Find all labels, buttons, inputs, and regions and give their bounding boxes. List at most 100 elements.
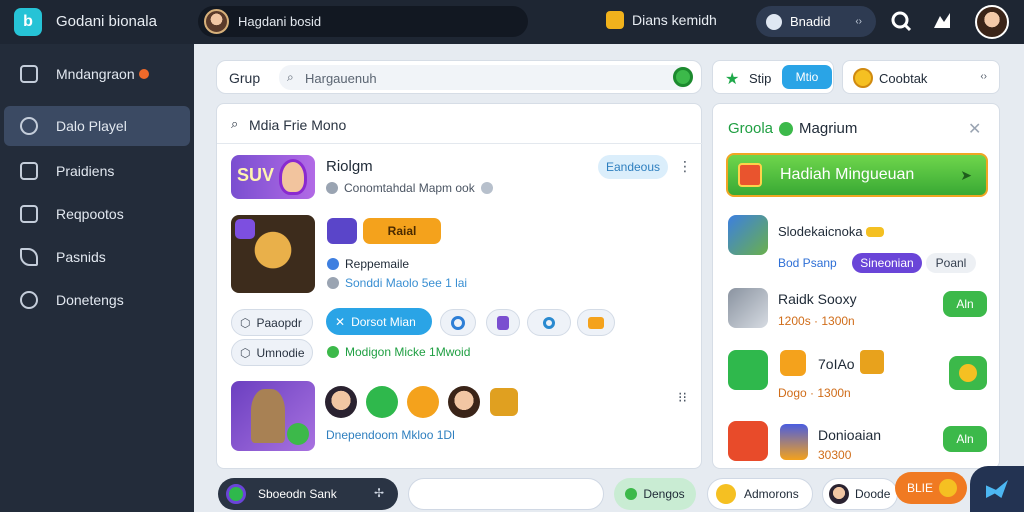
top-search-text: Hagdani bosid: [238, 14, 322, 29]
leaf-icon[interactable]: [366, 386, 398, 418]
app-logo-icon[interactable]: b: [14, 8, 42, 36]
sidebar-item-reqpootos[interactable]: Reqpootos: [4, 194, 190, 234]
chest-icon: [860, 350, 884, 374]
profile-avatar[interactable]: [975, 5, 1009, 39]
top-search-field[interactable]: Hagdani bosid: [198, 6, 528, 37]
reward-item-title: Raidk Sooxy: [778, 291, 857, 307]
chip-label: Dorsot Mian: [351, 314, 416, 329]
more-icon[interactable]: ⋮: [678, 158, 692, 175]
grid-icon: [20, 65, 38, 83]
avatar[interactable]: [325, 386, 357, 418]
potion-button[interactable]: [486, 309, 520, 336]
game-thumbnail-warrior[interactable]: [231, 215, 315, 293]
game-icon[interactable]: [728, 421, 768, 461]
status-pill[interactable]: Eandeous: [598, 155, 668, 179]
settings-button[interactable]: [527, 309, 571, 336]
game-title[interactable]: Riolgm: [326, 158, 373, 175]
chat-button[interactable]: [440, 309, 476, 336]
shield-icon: [235, 219, 255, 239]
game-thumbnail[interactable]: SUV: [231, 155, 315, 199]
sidebar-item-donetengs[interactable]: Donetengs: [4, 280, 190, 320]
group-label: Grup: [229, 70, 261, 86]
notification-icon[interactable]: [931, 10, 953, 32]
tag-icon: ⬡: [240, 345, 251, 360]
chest-icon[interactable]: [490, 388, 518, 416]
sidebar-item-dalo-playel[interactable]: Dalo Playel: [4, 106, 190, 146]
sidebar-item-label: Pasnids: [56, 249, 106, 265]
user-menu-button[interactable]: Bnadid ‹›: [756, 6, 876, 37]
reward-tag[interactable]: Bod Psanp: [778, 253, 848, 273]
coin-icon: [866, 227, 884, 237]
weekly-reward-banner[interactable]: Hadiah Mingueuan ➤: [726, 153, 988, 197]
sidebar-item-label: Mndangraon: [56, 66, 135, 82]
pin-icon: ✢: [373, 486, 384, 500]
reward-item-title: 7oIAo: [818, 356, 855, 372]
sidebar-item-label: Praidiens: [56, 163, 115, 179]
chip-umnodie[interactable]: ⬡ Umnodie: [231, 339, 313, 366]
chip-paaopdr[interactable]: ⬡ Paaopdr: [231, 309, 313, 336]
info-icon: [480, 182, 493, 194]
sidebar-item-label: Reqpootos: [56, 206, 124, 222]
search-bank-button[interactable]: Sboeodn Sank ✢: [218, 478, 398, 510]
avatar[interactable]: [448, 386, 480, 418]
coin-icon[interactable]: [407, 386, 439, 418]
sidebar-item-praidiens[interactable]: Praidiens: [4, 151, 190, 191]
chip-dorsot-mian[interactable]: ✕ Dorsot Mian: [326, 308, 432, 335]
coins-dropdown[interactable]: Coobtak ‹›: [842, 60, 1000, 94]
confirm-icon[interactable]: [673, 67, 693, 87]
rewards-title-suffix: Magrium: [799, 120, 858, 137]
character-icon: [279, 159, 307, 195]
claim-sun-button[interactable]: [949, 356, 987, 390]
info-icon: [327, 258, 339, 270]
reward-tag[interactable]: Sineonian: [852, 253, 922, 273]
sidebar-item-mndangraon[interactable]: Mndangraon: [4, 54, 190, 94]
coins-label: Coobtak: [879, 71, 928, 86]
row2-line1: Reppemaile: [327, 257, 409, 271]
step-label: Stip: [749, 71, 772, 86]
top-link-label: Dians kemidh: [632, 12, 717, 28]
bottom-chip-label: Admorons: [744, 487, 799, 501]
reward-tag[interactable]: Poanl: [926, 253, 976, 273]
reward-item-sub: 1200s · 1300n: [778, 314, 855, 328]
arrow-icon: ➤: [960, 166, 972, 183]
chip-label: Paaopdr: [256, 315, 302, 330]
message-input[interactable]: [408, 478, 604, 510]
row2-line1-text: Reppemaile: [345, 257, 410, 271]
top-bar: b Godani bionala Hagdani bosid Dians kem…: [0, 0, 1024, 44]
game-icon[interactable]: [728, 215, 768, 255]
bank-icon: [226, 484, 246, 504]
thumbnail-text: SUV: [237, 165, 275, 185]
game-thumbnail-knight[interactable]: [231, 381, 315, 451]
sidebar-item-pasnids[interactable]: Pasnids: [4, 237, 190, 277]
doode-button[interactable]: Doode: [822, 478, 898, 510]
game-subtitle-text: Conomtahdal Mapm ook: [344, 181, 475, 195]
app-title: Godani bionala: [56, 13, 157, 30]
dengos-button[interactable]: Dengos: [614, 478, 696, 510]
search-icon: ⌕: [231, 116, 239, 131]
user-label: Bnadid: [790, 14, 831, 29]
admorons-button[interactable]: Admorons: [707, 478, 813, 510]
chart-icon: [20, 162, 38, 180]
game-icon[interactable]: [728, 288, 768, 328]
rewards-title: Groola Magrium: [728, 120, 857, 137]
more-icon[interactable]: ⁝⁝: [678, 389, 687, 406]
items-button[interactable]: [577, 309, 615, 336]
chip-label: Umnodie: [256, 345, 305, 360]
trophy-icon: [780, 424, 808, 460]
top-link[interactable]: Dians kemidh: [606, 11, 717, 29]
close-icon[interactable]: ✕: [968, 119, 981, 139]
claim-button[interactable]: Aln: [943, 426, 987, 452]
search-icon[interactable]: [890, 10, 912, 32]
blie-button[interactable]: BLIE: [895, 472, 967, 504]
game-icon[interactable]: [728, 350, 768, 390]
claim-button[interactable]: Aln: [943, 291, 987, 317]
group-search-input[interactable]: ⌕ Hargauenuh: [279, 65, 689, 90]
send-fab-button[interactable]: [970, 466, 1024, 512]
step-button[interactable]: ★ Stip Mtio: [712, 60, 834, 94]
potion-icon: [497, 315, 509, 330]
chevron-icon: ‹›: [980, 71, 987, 82]
mode-button[interactable]: Mtio: [782, 65, 832, 89]
reward-badge[interactable]: Raial: [363, 218, 441, 244]
emoji-icon: [716, 484, 736, 504]
notification-badge: [138, 69, 149, 79]
